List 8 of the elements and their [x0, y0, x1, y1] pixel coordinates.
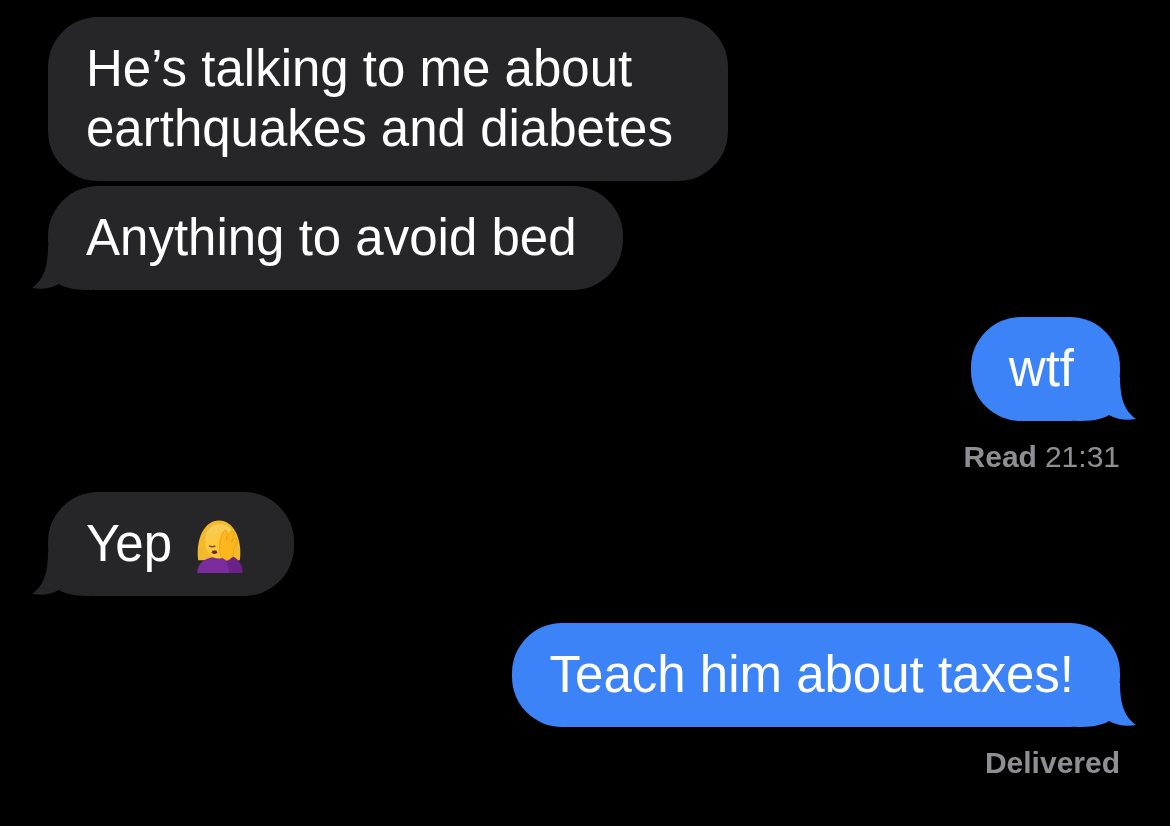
- message-text: Teach him about taxes!: [549, 645, 1074, 705]
- message-text: Yep: [86, 514, 173, 574]
- receipt-status: Read: [963, 439, 1037, 475]
- receipt-time: 21:31: [1044, 439, 1120, 475]
- message-text: He’s talking to me about earthquakes and diabetes: [86, 39, 674, 159]
- message-text: Anything to avoid bed: [86, 208, 577, 268]
- receipt-status: Delivered: [984, 745, 1120, 781]
- message-text: wtf: [1008, 339, 1074, 399]
